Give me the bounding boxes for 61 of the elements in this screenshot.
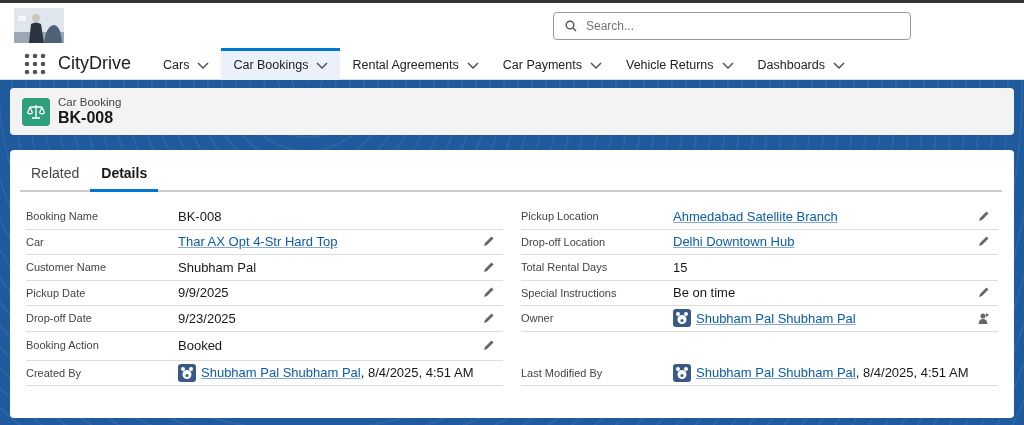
user-link[interactable]: Shubham Pal Shubham Pal [696, 363, 856, 383]
field-value: 15 [673, 258, 688, 277]
nav-tab[interactable]: Vehicle Returns [614, 47, 746, 80]
pencil-icon[interactable] [482, 286, 495, 300]
timestamp: , 8/4/2025, 4:51 AM [855, 364, 969, 382]
field-label: Drop-off Date [26, 311, 93, 326]
field-label: Owner [521, 311, 555, 326]
nav-tab[interactable]: Car Bookings [221, 47, 341, 80]
chevron-down-icon[interactable] [721, 61, 734, 69]
pencil-icon[interactable] [482, 260, 495, 274]
field-label: Booking Name [26, 209, 100, 224]
field-label: Pickup Date [26, 285, 87, 301]
nav-tab[interactable]: Dashboards [745, 47, 857, 80]
change-owner-icon[interactable] [977, 311, 990, 325]
object-type: Car Booking [58, 96, 122, 109]
timestamp: , 8/4/2025, 4:51 AM [360, 364, 474, 382]
field-value: Shubham Pal [178, 258, 257, 277]
user-avatar-icon [673, 363, 691, 382]
record-link[interactable]: Thar AX Opt 4-Str Hard Top [178, 232, 338, 252]
pencil-icon[interactable] [977, 235, 990, 249]
scale-icon [22, 97, 50, 126]
field-label: Last Modified By [521, 365, 604, 381]
tab[interactable]: Related [20, 158, 91, 192]
field-label: Drop-off Location [521, 234, 607, 250]
nav-tab[interactable]: Cars [151, 47, 222, 80]
field-label: Special Instructions [521, 285, 618, 301]
chevron-down-icon[interactable] [316, 61, 329, 69]
record-title: BK-008 [58, 109, 115, 127]
chevron-down-icon[interactable] [466, 61, 479, 69]
field-value: 9/23/2025 [178, 309, 236, 328]
record-link[interactable]: Delhi Downtown Hub [673, 232, 795, 252]
user-link[interactable]: Shubham Pal Shubham Pal [201, 363, 361, 383]
field-value: BK-008 [178, 207, 222, 226]
field-value: Be on time [673, 284, 736, 302]
app-name: CityDrive [58, 52, 131, 75]
field-value: 9/9/2025 [178, 284, 229, 302]
nav-tab[interactable]: Car Payments [490, 47, 614, 80]
chevron-down-icon[interactable] [197, 61, 210, 69]
field-label: Total Rental Days [521, 260, 609, 275]
field-label: Car [26, 234, 45, 250]
tab[interactable]: Details [90, 158, 159, 192]
chevron-down-icon[interactable] [590, 61, 602, 69]
nav-tab[interactable]: Rental Agreements [340, 47, 491, 80]
app-launcher-icon[interactable] [24, 52, 46, 75]
pencil-icon[interactable] [482, 235, 495, 249]
field-value: Booked [178, 336, 223, 355]
chevron-down-icon[interactable] [832, 61, 845, 69]
field-label: Booking Action [26, 338, 100, 354]
pencil-icon[interactable] [482, 311, 495, 325]
field-label: Created By [26, 365, 83, 381]
pencil-icon[interactable] [977, 286, 990, 300]
pencil-icon[interactable] [977, 209, 990, 223]
pencil-icon[interactable] [482, 339, 495, 352]
record-link[interactable]: Ahmedabad Satellite Branch [673, 206, 838, 226]
user-avatar-icon [178, 363, 196, 382]
user-avatar-icon [673, 309, 691, 328]
search-icon [565, 19, 577, 32]
user-link[interactable]: Shubham Pal Shubham Pal [696, 308, 856, 328]
field-label: Customer Name [26, 260, 108, 275]
search-field[interactable]: Search... [553, 11, 911, 40]
field-label: Pickup Location [521, 209, 600, 224]
